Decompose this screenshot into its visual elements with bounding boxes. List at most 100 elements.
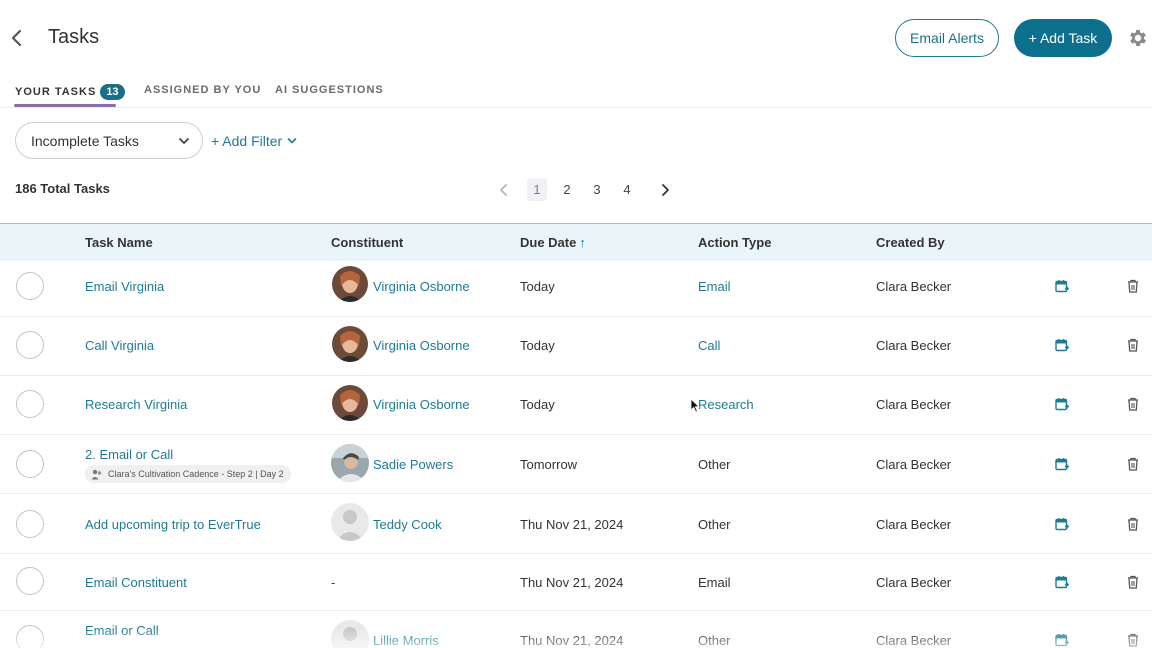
action-type-link[interactable]: Call xyxy=(698,338,720,353)
email-alerts-button[interactable]: Email Alerts xyxy=(895,19,999,57)
cadence-icon xyxy=(91,469,102,480)
reschedule-calendar-icon[interactable] xyxy=(1055,279,1069,293)
delete-trash-icon[interactable] xyxy=(1127,457,1139,471)
delete-trash-icon[interactable] xyxy=(1127,338,1139,352)
page-1[interactable]: 1 xyxy=(527,178,547,201)
delete-trash-icon[interactable] xyxy=(1127,279,1139,293)
created-by: Clara Becker xyxy=(876,279,952,294)
avatar-placeholder xyxy=(331,620,369,648)
task-name-link[interactable]: Email or Call xyxy=(85,623,159,638)
tab-assigned-by-you[interactable]: ASSIGNED BY YOU xyxy=(144,84,261,96)
delete-trash-icon[interactable] xyxy=(1127,575,1139,589)
mouse-cursor-icon xyxy=(690,398,700,413)
avatar xyxy=(332,326,368,362)
chevron-down-icon xyxy=(179,138,189,144)
column-action-type[interactable]: Action Type xyxy=(698,235,771,250)
constituent-link[interactable]: Virginia Osborne xyxy=(373,279,470,294)
cadence-label: Clara's Cultivation Cadence - Step 2 | D… xyxy=(108,469,284,479)
pagination: 1 2 3 4 xyxy=(490,178,690,202)
tab-label: YOUR TASKS xyxy=(15,85,97,98)
constituent-link[interactable]: Lillie Morris xyxy=(373,633,439,648)
next-page-icon[interactable] xyxy=(659,183,671,197)
prev-page-icon[interactable] xyxy=(498,183,510,197)
delete-trash-icon[interactable] xyxy=(1127,517,1139,531)
delete-trash-icon[interactable] xyxy=(1127,633,1139,647)
due-date: Today xyxy=(520,397,555,412)
column-constituent[interactable]: Constituent xyxy=(331,235,403,250)
table-row: Call Virginia Virginia Osborne Today Cal… xyxy=(0,317,1152,376)
table-row: Email Virginia Virginia Osborne Today Em… xyxy=(0,261,1152,317)
status-filter-dropdown[interactable]: Incomplete Tasks xyxy=(15,122,203,159)
tab-your-tasks[interactable]: YOUR TASKS 13 xyxy=(15,84,125,100)
constituent-link[interactable]: Sadie Powers xyxy=(373,457,453,472)
reschedule-calendar-icon[interactable] xyxy=(1055,575,1069,589)
page-3[interactable]: 3 xyxy=(587,182,607,197)
created-by: Clara Becker xyxy=(876,575,952,590)
due-date: Thu Nov 21, 2024 xyxy=(520,517,624,532)
complete-task-checkbox[interactable] xyxy=(16,331,44,359)
reschedule-calendar-icon[interactable] xyxy=(1055,633,1069,647)
tab-ai-suggestions[interactable]: AI SUGGESTIONS xyxy=(275,84,384,96)
add-filter-button[interactable]: + Add Filter xyxy=(211,133,297,149)
table-row: Add upcoming trip to EverTrue Teddy Cook… xyxy=(0,494,1152,554)
constituent-link[interactable]: Teddy Cook xyxy=(373,517,442,532)
constituent-link[interactable]: Virginia Osborne xyxy=(373,338,470,353)
reschedule-calendar-icon[interactable] xyxy=(1055,397,1069,411)
page-header: Tasks Email Alerts + Add Task xyxy=(0,0,1152,76)
gear-icon[interactable] xyxy=(1127,27,1149,49)
task-name-link[interactable]: Research Virginia xyxy=(85,397,187,412)
task-name-link[interactable]: Email Virginia xyxy=(85,279,164,294)
column-due-date-label: Due Date xyxy=(520,235,577,250)
constituent-link[interactable]: Virginia Osborne xyxy=(373,397,470,412)
complete-task-checkbox[interactable] xyxy=(16,272,44,300)
created-by: Clara Becker xyxy=(876,338,952,353)
active-tab-indicator xyxy=(14,104,116,107)
complete-task-checkbox[interactable] xyxy=(16,625,44,648)
complete-task-checkbox[interactable] xyxy=(16,510,44,538)
complete-task-checkbox[interactable] xyxy=(16,390,44,418)
back-arrow-icon[interactable] xyxy=(8,28,26,48)
column-task-name[interactable]: Task Name xyxy=(85,235,153,250)
page-2[interactable]: 2 xyxy=(557,182,577,197)
table-row: 2. Email or Call Clara's Cultivation Cad… xyxy=(0,435,1152,494)
avatar xyxy=(332,266,368,302)
table-row: Research Virginia Virginia Osborne Today… xyxy=(0,376,1152,435)
action-type: Email xyxy=(698,575,731,590)
column-due-date[interactable]: Due Date ↑ xyxy=(520,235,586,250)
complete-task-checkbox[interactable] xyxy=(16,450,44,478)
task-name-link[interactable]: Email Constituent xyxy=(85,575,187,590)
created-by: Clara Becker xyxy=(876,397,952,412)
table-header: Task Name Constituent Due Date ↑ Action T… xyxy=(0,223,1152,261)
avatar xyxy=(331,444,369,482)
reschedule-calendar-icon[interactable] xyxy=(1055,457,1069,471)
cadence-badge[interactable]: Clara's Cultivation Cadence - Step 2 | D… xyxy=(85,465,291,483)
tasks-page: Tasks Email Alerts + Add Task YOUR TASKS… xyxy=(0,0,1152,648)
add-task-button[interactable]: + Add Task xyxy=(1014,19,1112,57)
created-by: Clara Becker xyxy=(876,517,952,532)
sort-ascending-icon: ↑ xyxy=(579,235,586,250)
task-tabs: YOUR TASKS 13 ASSIGNED BY YOU AI SUGGESTI… xyxy=(0,76,1152,108)
task-name-link[interactable]: Add upcoming trip to EverTrue xyxy=(85,517,261,532)
due-date: Today xyxy=(520,338,555,353)
complete-task-checkbox[interactable] xyxy=(16,567,44,595)
due-date: Thu Nov 21, 2024 xyxy=(520,575,624,590)
created-by: Clara Becker xyxy=(876,457,952,472)
reschedule-calendar-icon[interactable] xyxy=(1055,517,1069,531)
task-name-link[interactable]: Call Virginia xyxy=(85,338,154,353)
action-type: Other xyxy=(698,517,731,532)
delete-trash-icon[interactable] xyxy=(1127,397,1139,411)
total-tasks-count: 186 Total Tasks xyxy=(15,181,110,196)
table-row: Email Constituent - Thu Nov 21, 2024 Ema… xyxy=(0,554,1152,611)
status-filter-value: Incomplete Tasks xyxy=(31,132,139,149)
action-type-link[interactable]: Email xyxy=(698,279,731,294)
reschedule-calendar-icon[interactable] xyxy=(1055,338,1069,352)
created-by: Clara Becker xyxy=(876,633,952,648)
task-name-link[interactable]: 2. Email or Call xyxy=(85,447,173,462)
page-title: Tasks xyxy=(48,26,100,48)
avatar-placeholder xyxy=(331,503,369,541)
avatar xyxy=(332,385,368,421)
page-4[interactable]: 4 xyxy=(617,182,637,197)
column-created-by[interactable]: Created By xyxy=(876,235,945,250)
action-type-link[interactable]: Research xyxy=(698,397,754,412)
due-date: Tomorrow xyxy=(520,457,578,472)
